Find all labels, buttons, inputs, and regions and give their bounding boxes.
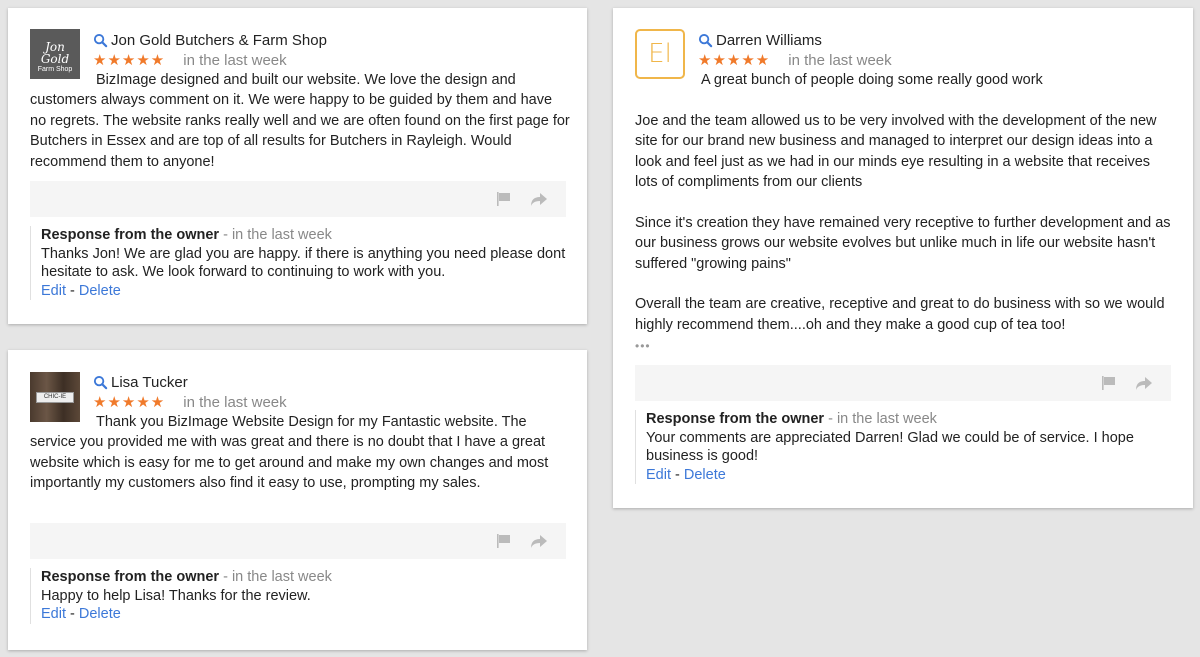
edit-link[interactable]: Edit	[646, 467, 671, 483]
edit-link[interactable]: Edit	[41, 606, 66, 622]
reviewer-name[interactable]: Darren Williams	[716, 32, 822, 49]
avatar-logo-text: Jon Gold	[40, 40, 70, 66]
response-title: Response from the owner	[41, 569, 220, 585]
share-icon[interactable]	[1135, 375, 1153, 391]
share-icon[interactable]	[530, 533, 548, 549]
reviewer-name[interactable]: Lisa Tucker	[111, 374, 188, 391]
search-icon	[698, 33, 713, 47]
flag-icon[interactable]	[1101, 375, 1117, 391]
flag-icon[interactable]	[496, 533, 512, 549]
review-text: BizImage designed and built our website.…	[30, 72, 570, 170]
delete-link[interactable]: Delete	[79, 283, 121, 299]
review-paragraph: Since it's creation they have remained v…	[635, 214, 1171, 272]
review-text: A great bunch of people doing some reall…	[635, 70, 1175, 335]
search-icon	[93, 375, 108, 389]
response-text: Happy to help Lisa! Thanks for the revie…	[41, 587, 311, 604]
response-time: - in the last week	[824, 411, 937, 427]
action-bar	[30, 523, 566, 559]
review-time: in the last week	[183, 51, 287, 69]
star-rating: ★★★★★	[93, 394, 166, 411]
action-bar	[635, 365, 1171, 401]
owner-response: Response from the owner - in the last we…	[30, 226, 566, 300]
review-card-jon-gold: Jon Gold Farm Shop Jon Gold Butchers & F…	[8, 8, 587, 324]
review-paragraph: Joe and the team allowed us to be very i…	[635, 112, 1157, 191]
delete-link[interactable]: Delete	[79, 606, 121, 622]
avatar-initials: El	[648, 39, 672, 69]
search-icon	[93, 33, 108, 47]
review-time: in the last week	[788, 51, 892, 69]
owner-response: Response from the owner - in the last we…	[30, 568, 566, 624]
response-time: - in the last week	[219, 569, 332, 585]
owner-response: Response from the owner - in the last we…	[635, 410, 1171, 484]
edit-link[interactable]: Edit	[41, 283, 66, 299]
response-text: Thanks Jon! We are glad you are happy. i…	[41, 245, 566, 281]
avatar-logo-text: CHIC-IE	[36, 392, 74, 403]
review-text: Thank you BizImage Website Design for my…	[30, 414, 549, 492]
review-card-darren-williams: El Darren Williams ★★★★★ in the last wee…	[613, 8, 1193, 508]
action-bar	[30, 181, 566, 217]
review-time: in the last week	[183, 393, 287, 411]
review-card-lisa-tucker: CHIC-IE Lisa Tucker ★★★★★ in the last we…	[8, 350, 587, 650]
flag-icon[interactable]	[496, 191, 512, 207]
star-rating: ★★★★★	[698, 52, 771, 69]
more-button[interactable]: •••	[635, 339, 651, 353]
response-text: Your comments are appreciated Darren! Gl…	[646, 429, 1134, 465]
share-icon[interactable]	[530, 191, 548, 207]
delete-link[interactable]: Delete	[684, 467, 726, 483]
response-title: Response from the owner	[646, 411, 825, 427]
star-rating: ★★★★★	[93, 52, 166, 69]
response-time: - in the last week	[219, 227, 332, 243]
review-paragraph: Overall the team are creative, receptive…	[635, 296, 1165, 333]
reviewer-name[interactable]: Jon Gold Butchers & Farm Shop	[111, 32, 327, 49]
response-title: Response from the owner	[41, 227, 220, 243]
